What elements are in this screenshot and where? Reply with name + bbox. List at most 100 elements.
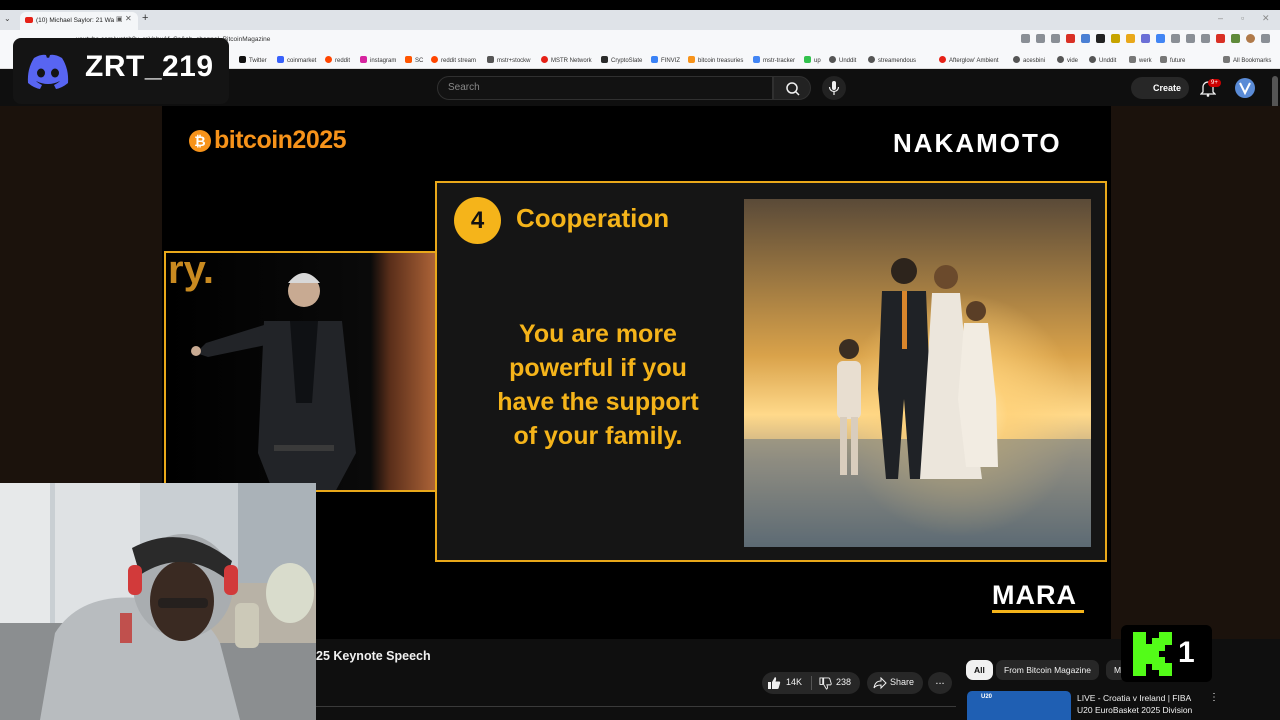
bookmark-icon[interactable] <box>1201 34 1210 43</box>
discord-username: ZRT_219 <box>85 50 214 83</box>
instagram-icon <box>360 56 367 63</box>
window-close-icon[interactable]: ✕ <box>1262 13 1270 24</box>
bookmark-item[interactable]: streamendous <box>868 56 916 64</box>
thumbnail-text: U20 <box>981 694 993 700</box>
tab-search-icon[interactable]: ⌄ <box>4 14 11 23</box>
speaker-bg-text: ry. <box>168 253 214 292</box>
mic-icon <box>828 81 840 95</box>
dislike-count[interactable]: 238 <box>836 677 851 687</box>
kebab-menu-icon[interactable]: ⋮ <box>1209 692 1219 703</box>
youtube-icon <box>939 56 946 63</box>
bookmark-item[interactable]: Afterglow' Ambient <box>939 56 999 64</box>
unddit-icon <box>1089 56 1096 63</box>
tab-title: (10) Michael Saylor: 21 Wa <box>36 17 115 24</box>
extension-icon[interactable] <box>1231 34 1240 43</box>
extension-icon[interactable] <box>1126 34 1135 43</box>
event-logo-text: bitcoin2025 <box>214 126 347 154</box>
filter-chip-from-channel[interactable]: From Bitcoin Magazine <box>996 660 1099 680</box>
search-button[interactable] <box>773 76 811 100</box>
recommended-thumbnail[interactable]: U20 <box>967 691 1071 720</box>
bookmark-item[interactable]: bitcoin treasuries <box>688 56 743 64</box>
browser-tab-bar: ⌄ (10) Michael Saylor: 21 Wa ▣ ✕ + – ▫ ✕ <box>0 10 1280 30</box>
kick-viewer-count: 1 <box>1178 636 1195 669</box>
cast-icon[interactable] <box>1021 34 1030 43</box>
bookmark-item[interactable]: vide <box>1057 56 1078 64</box>
star-icon[interactable] <box>1051 34 1060 43</box>
bookmark-item[interactable]: Unddit <box>829 56 856 64</box>
zoom-icon[interactable] <box>1036 34 1045 43</box>
extension-icon[interactable] <box>1081 34 1090 43</box>
like-count[interactable]: 14K <box>786 677 802 687</box>
slide-number: 4 <box>454 197 501 244</box>
menu-icon[interactable] <box>1261 34 1270 43</box>
extension-icon[interactable] <box>1156 34 1165 43</box>
maximize-icon[interactable]: ▫ <box>1241 13 1244 23</box>
minimize-icon[interactable]: – <box>1218 13 1223 23</box>
webcam-feed <box>0 483 316 720</box>
bookmark-item[interactable]: future <box>1160 56 1185 64</box>
folder-icon <box>487 56 494 63</box>
folder-icon <box>1160 56 1167 63</box>
up-icon <box>804 56 811 63</box>
tab-close-icon[interactable]: ✕ <box>125 14 132 23</box>
filter-chip-all[interactable]: All <box>966 660 993 680</box>
create-button[interactable]: Create <box>1131 77 1189 99</box>
speaker-video-inset: ry. <box>164 251 437 492</box>
family-sunset-image <box>744 199 1091 547</box>
search-icon <box>786 82 800 96</box>
share-icon <box>873 677 887 689</box>
bookmark-item[interactable]: All Bookmarks <box>1223 56 1271 64</box>
extension-icons <box>1021 34 1270 43</box>
unddit-icon <box>829 56 836 63</box>
thumbs-down-icon[interactable] <box>819 677 832 690</box>
bookmark-item[interactable]: werk <box>1129 56 1152 64</box>
bitcoin-icon <box>688 56 695 63</box>
voice-search-button[interactable] <box>822 76 846 100</box>
thumbs-up-icon[interactable] <box>767 676 781 690</box>
mara-logo-underline <box>992 610 1084 613</box>
bookmark-item[interactable]: up <box>804 56 821 64</box>
puzzle-icon[interactable] <box>1171 34 1180 43</box>
youtube-icon <box>541 56 548 63</box>
bookmark-item[interactable]: reddit <box>325 56 350 64</box>
search-input[interactable]: Search <box>437 76 773 100</box>
reddit-icon <box>431 56 438 63</box>
soundcloud-icon <box>405 56 412 63</box>
bookmark-item[interactable]: MSTR Network <box>541 56 592 64</box>
link-icon <box>1013 56 1020 63</box>
extension-icon[interactable] <box>1216 34 1225 43</box>
bookmark-item[interactable]: FINVIZ <box>651 56 680 64</box>
bookmark-item[interactable]: Unddit <box>1089 56 1116 64</box>
discord-icon <box>27 54 69 89</box>
bookmark-item[interactable]: mstr-tracker <box>753 56 795 64</box>
bookmark-item[interactable]: reddit stream <box>431 56 476 64</box>
extension-icon[interactable] <box>1111 34 1120 43</box>
kick-logo-icon <box>1133 632 1172 676</box>
bookmark-item[interactable]: mstr+stockw <box>487 56 531 64</box>
cryptoslate-icon <box>601 56 608 63</box>
recommended-video-title[interactable]: LIVE - Croatia v Ireland | FIBA U20 Euro… <box>1077 692 1207 716</box>
more-actions-button[interactable]: ... <box>928 672 952 694</box>
folder-icon <box>1129 56 1136 63</box>
bookmark-item[interactable]: coinmarket <box>277 56 316 64</box>
new-tab-plus-icon[interactable]: + <box>142 12 148 24</box>
bookmark-item[interactable]: CryptoSlate <box>601 56 642 64</box>
account-avatar[interactable] <box>1235 78 1255 98</box>
tab-audio-icon[interactable]: ▣ <box>116 15 123 23</box>
avatar-icon <box>1239 82 1251 96</box>
notification-badge: 9+ <box>1208 79 1221 87</box>
slide-body-text: You are more powerful if you have the su… <box>497 320 699 450</box>
profile-icon[interactable] <box>1246 34 1255 43</box>
extension-icon[interactable] <box>1141 34 1150 43</box>
extension-icon[interactable] <box>1096 34 1105 43</box>
youtube-favicon-icon <box>25 17 33 23</box>
bookmark-item[interactable]: instagram <box>360 56 396 64</box>
like-divider <box>811 676 812 690</box>
video-title: 25 Keynote Speech <box>316 649 431 663</box>
bookmark-item[interactable]: SC <box>405 56 423 64</box>
bookmark-item[interactable]: Twitter <box>239 56 267 64</box>
bookmark-item[interactable]: acesbini <box>1013 56 1045 64</box>
bitcoin-icon: ₿ <box>189 129 211 152</box>
extension-icon[interactable] <box>1066 34 1075 43</box>
sidebar-icon[interactable] <box>1186 34 1195 43</box>
